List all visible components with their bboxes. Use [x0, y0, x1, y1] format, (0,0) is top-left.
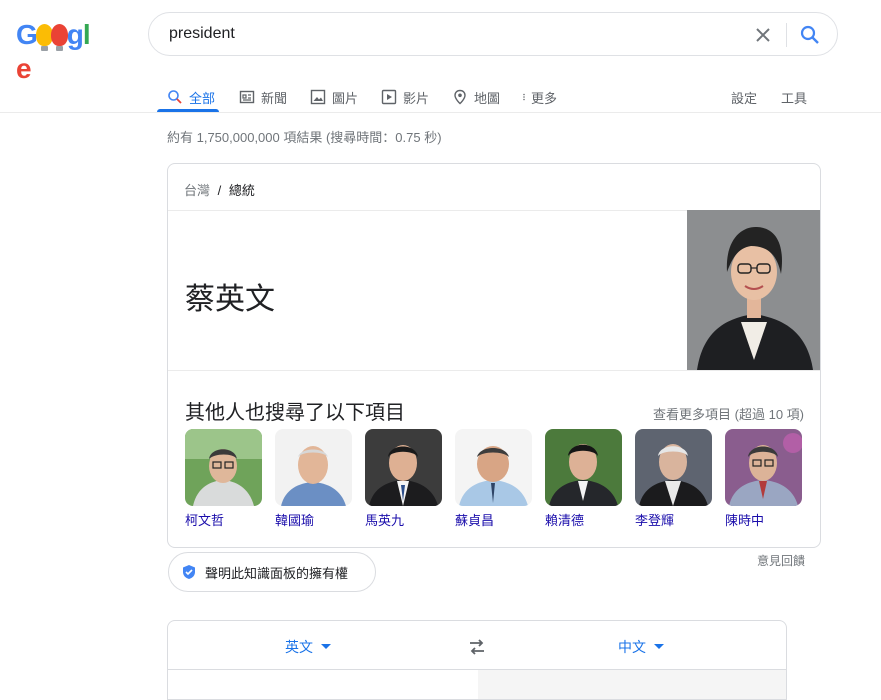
tab-all[interactable]: 全部	[167, 82, 215, 112]
related-person[interactable]: 馬英九	[365, 429, 442, 529]
knowledge-panel: 台灣 / 總統 蔡英文 其他人也搜尋了以下項目 查看更多項目 (超過 10 項)…	[167, 163, 821, 548]
person-thumbnail[interactable]	[275, 429, 352, 506]
related-person[interactable]: 陳時中	[725, 429, 802, 529]
header-divider	[0, 112, 881, 113]
tab-news[interactable]: 新聞	[239, 82, 287, 112]
settings-label: 設定	[731, 90, 758, 106]
also-search-heading: 其他人也搜尋了以下項目	[185, 402, 405, 424]
tab-label: 新聞	[261, 90, 288, 106]
translate-widget: 英文 中文	[167, 620, 787, 700]
search-box[interactable]	[148, 12, 838, 56]
more-vert-icon	[523, 93, 525, 101]
related-person[interactable]: 賴清德	[545, 429, 622, 529]
person-name[interactable]: 李登輝	[635, 510, 712, 529]
video-icon	[381, 89, 397, 105]
map-pin-icon	[454, 89, 466, 105]
person-thumbnail[interactable]	[545, 429, 622, 506]
dropdown-arrow-icon	[654, 644, 664, 649]
swap-languages-icon[interactable]	[467, 637, 487, 657]
target-language-select[interactable]: 中文	[618, 637, 664, 657]
source-language-label: 英文	[285, 639, 313, 655]
breadcrumb: 台灣 / 總統	[184, 180, 255, 199]
entity-title: 蔡英文	[185, 283, 275, 316]
person-name[interactable]: 賴清德	[545, 510, 622, 529]
tab-label: 圖片	[332, 90, 359, 106]
person-name[interactable]: 柯文哲	[185, 510, 262, 529]
person-name[interactable]: 蘇貞昌	[455, 510, 532, 529]
person-thumbnail[interactable]	[185, 429, 262, 506]
result-stats: 約有 1,750,000,000 項結果 (搜尋時間：0.75 秒)	[167, 130, 442, 145]
related-person[interactable]: 韓國瑜	[275, 429, 352, 529]
tools-link[interactable]: 工具	[781, 82, 807, 112]
person-thumbnail[interactable]	[365, 429, 442, 506]
person-name[interactable]: 陳時中	[725, 510, 802, 529]
tab-label: 影片	[403, 90, 430, 106]
breadcrumb-parent[interactable]: 台灣	[184, 183, 210, 198]
image-icon	[310, 89, 326, 105]
tab-videos[interactable]: 影片	[381, 82, 429, 112]
search-input[interactable]	[169, 25, 729, 43]
tab-images[interactable]: 圖片	[310, 82, 358, 112]
person-name[interactable]: 馬英九	[365, 510, 442, 529]
claim-label: 聲明此知識面板的擁有權	[205, 565, 349, 581]
verified-shield-icon	[183, 565, 195, 579]
settings-link[interactable]: 設定	[731, 82, 757, 112]
claim-panel-button[interactable]: 聲明此知識面板的擁有權	[168, 552, 376, 592]
related-person[interactable]: 柯文哲	[185, 429, 262, 529]
person-thumbnail[interactable]	[725, 429, 802, 506]
search-icon[interactable]	[798, 23, 822, 47]
tab-maps[interactable]: 地圖	[452, 82, 500, 112]
person-name[interactable]: 韓國瑜	[275, 510, 352, 529]
related-person[interactable]: 李登輝	[635, 429, 712, 529]
translation-output-pane	[478, 670, 786, 699]
breadcrumb-separator: /	[217, 183, 222, 198]
tab-more[interactable]: 更多	[520, 82, 557, 112]
breadcrumb-current: 總統	[228, 183, 255, 198]
tab-label: 全部	[189, 90, 216, 106]
panel-divider	[168, 370, 820, 371]
search-divider	[786, 23, 787, 47]
feedback-link[interactable]: 意見回饋	[757, 552, 805, 569]
entity-portrait[interactable]	[687, 210, 820, 370]
person-thumbnail[interactable]	[635, 429, 712, 506]
dropdown-arrow-icon	[321, 644, 331, 649]
news-icon	[239, 90, 255, 104]
tab-label: 更多	[531, 90, 558, 106]
target-language-label: 中文	[618, 639, 646, 655]
related-person[interactable]: 蘇貞昌	[455, 429, 532, 529]
source-language-select[interactable]: 英文	[285, 637, 331, 657]
search-icon	[168, 90, 182, 104]
see-more-link[interactable]: 查看更多項目 (超過 10 項)	[653, 404, 804, 423]
person-thumbnail[interactable]	[455, 429, 532, 506]
tools-label: 工具	[781, 90, 808, 106]
tab-label: 地圖	[474, 90, 501, 106]
google-logo[interactable]: Ggle	[16, 18, 100, 84]
clear-icon[interactable]	[751, 23, 775, 47]
